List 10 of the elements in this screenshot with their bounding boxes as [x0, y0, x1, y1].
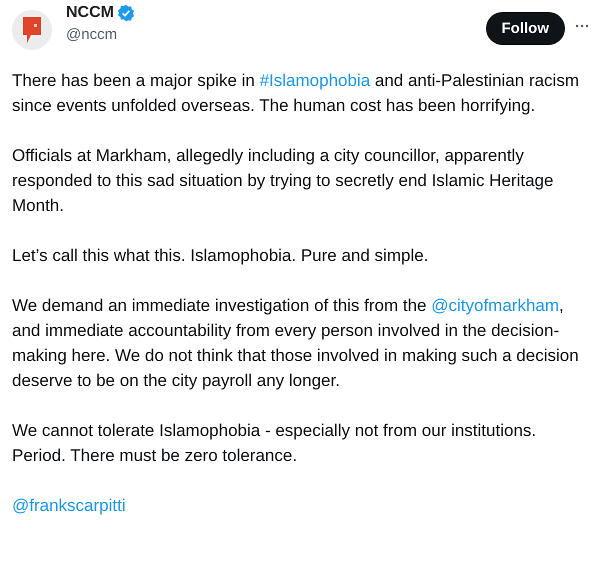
- account-handle[interactable]: @nccm: [66, 26, 486, 43]
- tweet-paragraph: Officials at Markham, allegedly including a city councillor, apparently responded to this sad situation by trying to secretly end Islamic Heritage Month.: [12, 145, 554, 217]
- tweet-paragraph: Let’s call this what this. Islamophobia. Pure and simple.: [12, 245, 430, 267]
- more-button[interactable]: ···: [575, 12, 590, 41]
- avatar-icon[interactable]: [12, 10, 52, 50]
- tweet-paragraph: We cannot tolerate Islamophobia - especially not from our institutions. Period. There must be zero tolerance.: [12, 420, 538, 467]
- tweet-paragraph: There has been a major spike in #Islamophobia and anti-Palestinian racism since events unfolded overseas. The human cost has been horrifying.: [12, 70, 580, 117]
- tweet-paragraph: We demand an immediate investigation of this from the @cityofmarkham, and immediate accountability from every person involved in the decision-making here. We do not think that those involved in making such a decision deserve to be on the city payroll any longer.: [12, 295, 580, 392]
- follow-button[interactable]: Follow: [486, 12, 565, 45]
- account-name[interactable]: NCCM: [66, 4, 114, 22]
